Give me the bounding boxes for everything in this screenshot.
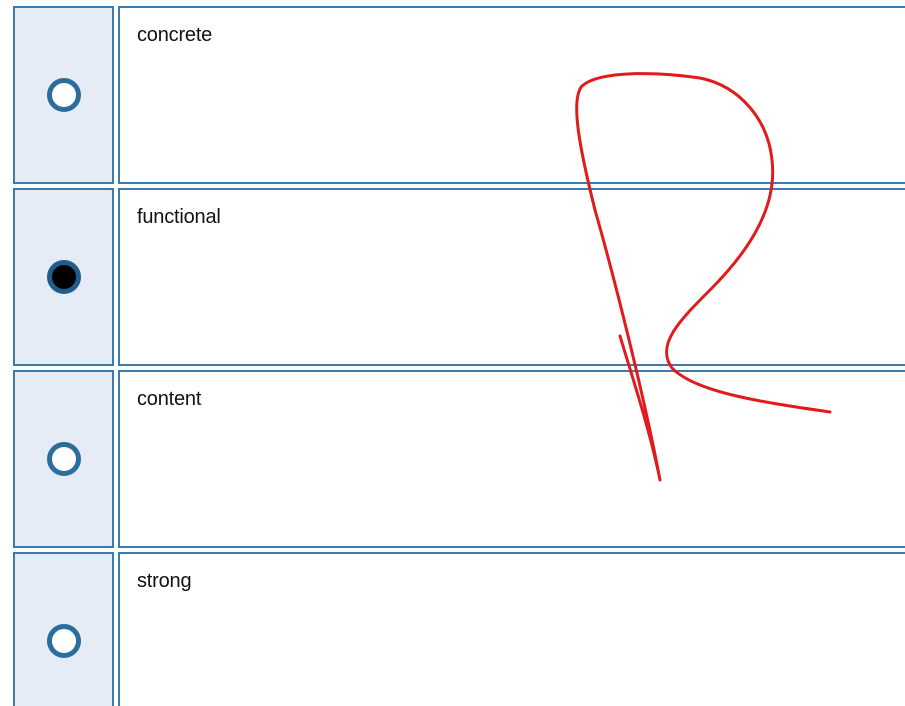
radio-unchecked-icon[interactable]: [46, 442, 81, 476]
radio-unchecked-icon[interactable]: [46, 78, 81, 112]
option-row-functional[interactable]: functional: [13, 188, 905, 366]
option-body[interactable]: strong: [118, 552, 905, 706]
option-selector[interactable]: [13, 188, 114, 366]
option-label: functional: [137, 206, 221, 228]
option-row-strong[interactable]: strong: [13, 552, 905, 706]
option-body[interactable]: content: [118, 370, 905, 548]
option-body[interactable]: functional: [118, 188, 905, 366]
option-selector[interactable]: [13, 6, 114, 184]
option-label: content: [137, 388, 202, 410]
radio-checked-icon[interactable]: [46, 260, 81, 294]
option-selector[interactable]: [13, 370, 114, 548]
radio-unchecked-icon[interactable]: [46, 624, 81, 658]
option-label: concrete: [137, 24, 213, 46]
answer-page: concrete functional content strong: [0, 0, 905, 706]
option-label: strong: [137, 570, 192, 592]
option-body[interactable]: concrete: [118, 6, 905, 184]
option-selector[interactable]: [13, 552, 114, 706]
option-row-concrete[interactable]: concrete: [13, 6, 905, 184]
answer-options-list: concrete functional content strong: [13, 6, 905, 706]
option-row-content[interactable]: content: [13, 370, 905, 548]
